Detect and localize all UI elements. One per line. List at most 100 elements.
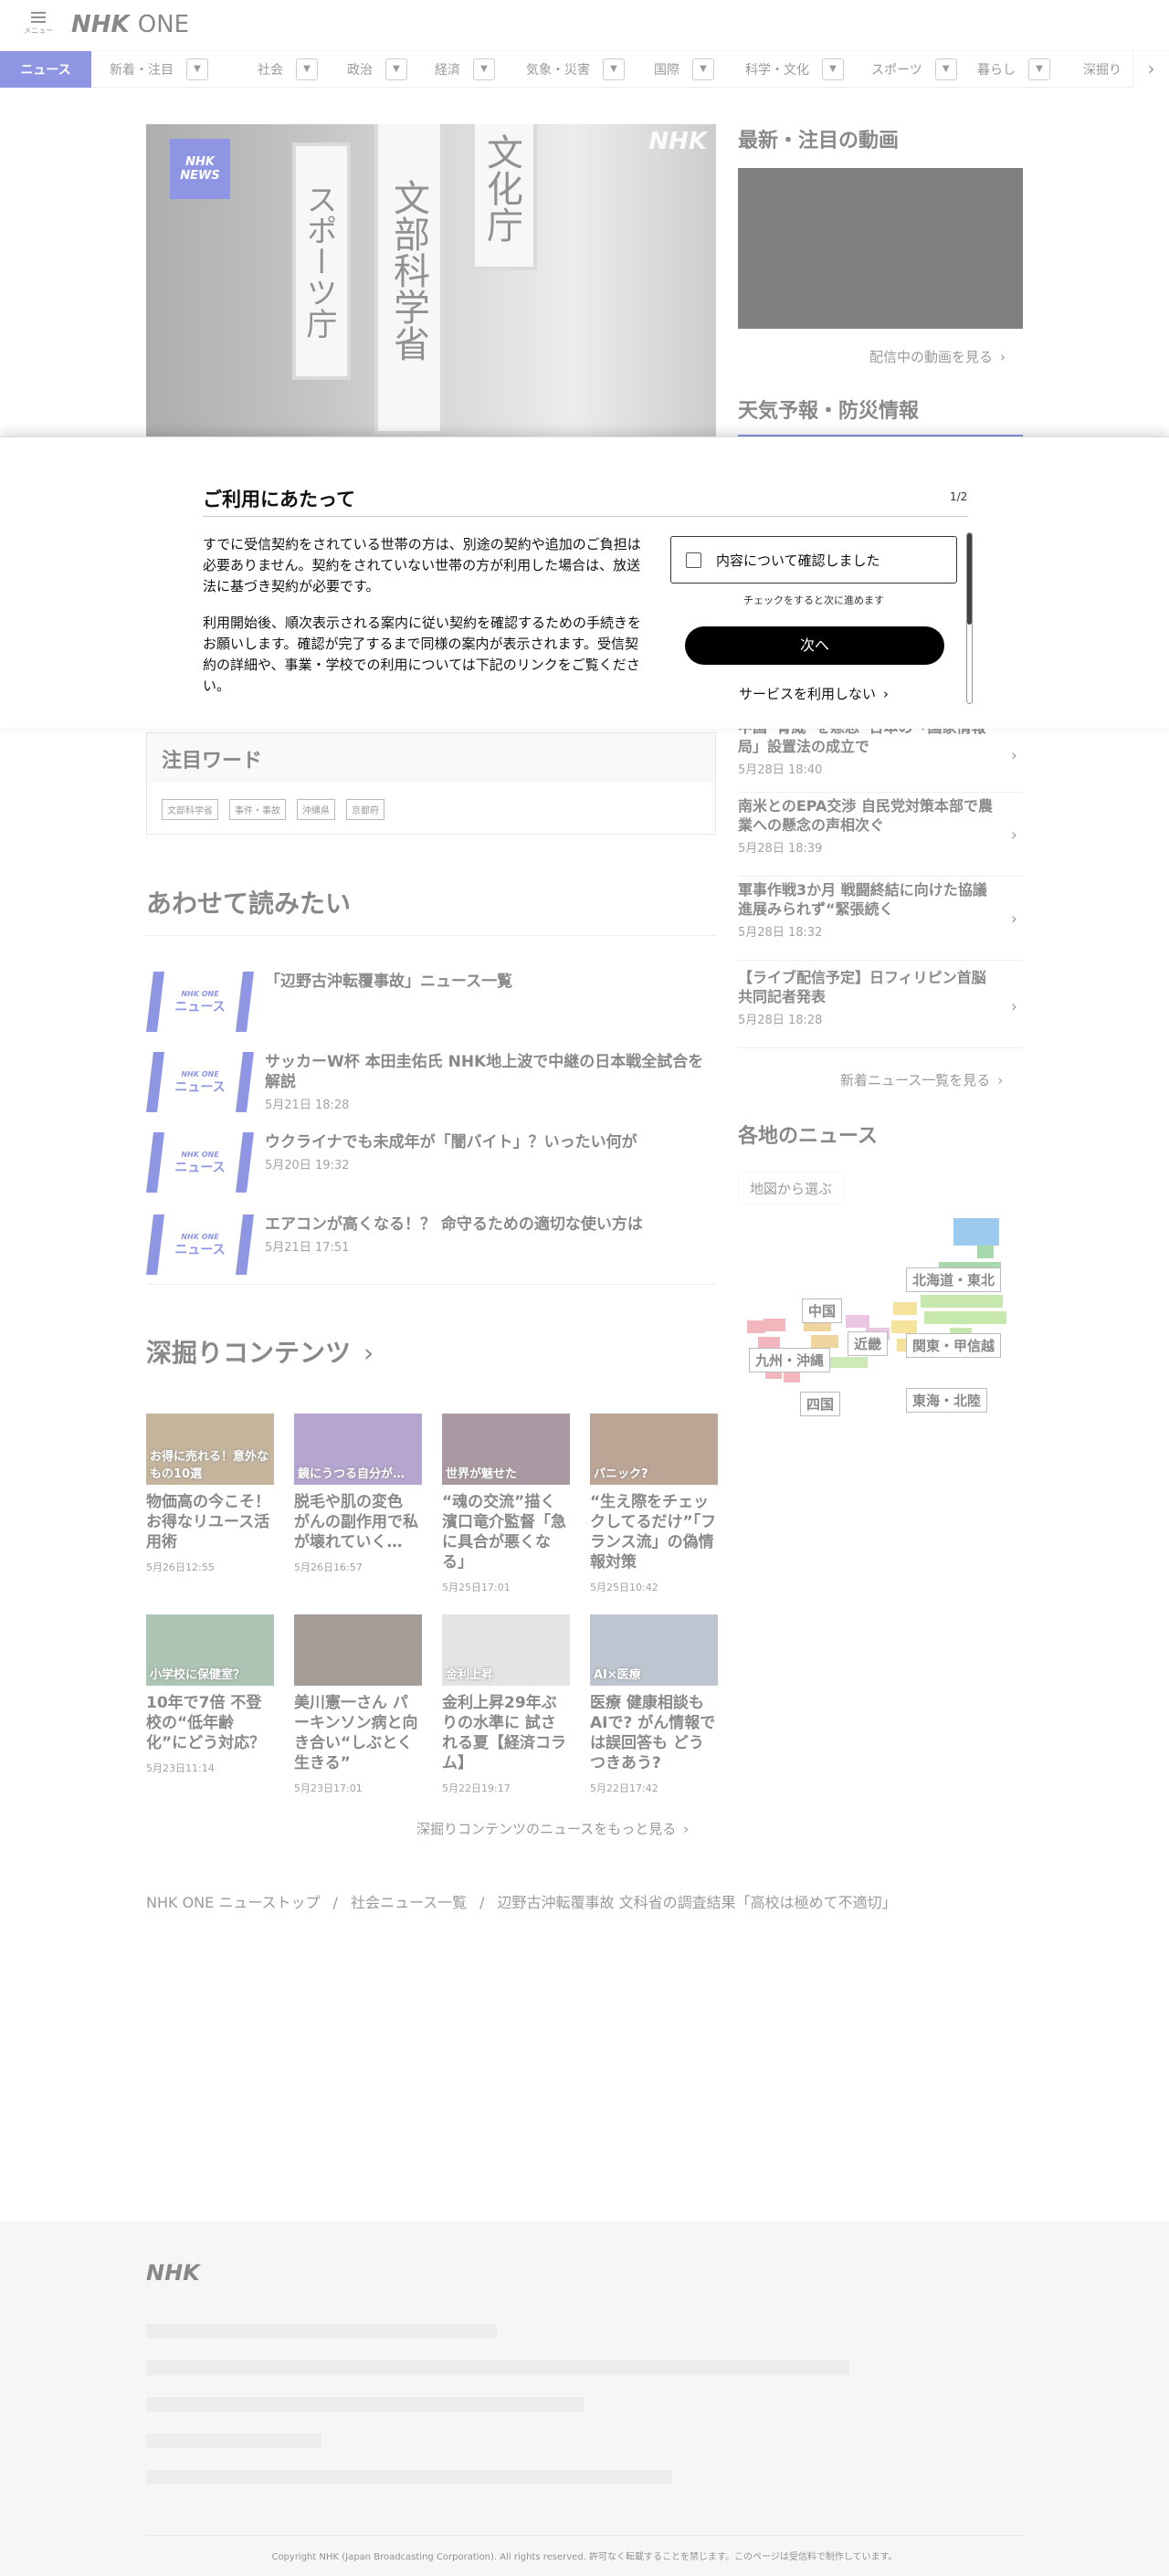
chevron-down-icon[interactable]: ▼: [473, 58, 495, 80]
menu-button[interactable]: メニュー: [20, 9, 57, 42]
chevron-down-icon[interactable]: ▼: [296, 58, 318, 80]
map-prefecture[interactable]: [893, 1302, 917, 1315]
thumb-brand-text: NHK ONE: [181, 1233, 219, 1241]
chevron-down-icon[interactable]: ▼: [603, 58, 625, 80]
modal-scrollbar[interactable]: [966, 532, 973, 704]
deep-item[interactable]: お得に売れる！意外なもの10選 物価高の今こそ！お得なリユース活用術 5月26日12…: [146, 1414, 274, 1574]
tab-3[interactable]: 政治 ▼: [329, 51, 407, 88]
map-prefecture[interactable]: [921, 1295, 948, 1308]
trend-tag[interactable]: 文部科学省: [162, 799, 218, 820]
map-prefecture[interactable]: [811, 1335, 838, 1348]
footer-logo[interactable]: NHK: [146, 2260, 200, 2286]
news-list-item[interactable]: 【ライブ配信予定】日フィリピン首脳共同記者発表 5月28日 18:28 ›: [738, 968, 1023, 1048]
next-button[interactable]: 次へ: [685, 626, 944, 665]
confirm-checkbox[interactable]: 内容について確認しました: [670, 536, 957, 584]
news-list-item[interactable]: 南米とのEPA交渉 自民党対策本部で農業への懸念の声相次ぐ 5月28日 18:39…: [738, 796, 1023, 877]
map-prefecture[interactable]: [977, 1246, 994, 1258]
deep-heading[interactable]: 深掘りコンテンツ ›: [146, 1333, 374, 1370]
trend-tag[interactable]: 京都府: [346, 799, 384, 820]
tab-8[interactable]: スポーツ ▼: [853, 51, 957, 88]
deep-title: 脱毛や肌の変色 がんの副作用で私が壊れていく…: [294, 1493, 418, 1551]
map-prefecture[interactable]: [952, 1311, 979, 1324]
deep-item[interactable]: 金利上昇 金利上昇29年ぶりの水準に 試される夏【経済コラム】 5月22日19:17: [442, 1614, 570, 1795]
chevron-down-icon[interactable]: ▼: [822, 58, 844, 80]
region-label[interactable]: 四国: [800, 1392, 841, 1416]
deep-item[interactable]: 小学校に保健室？ 10年で7倍 不登校の“低年齢化”にどう対応？ 5月23日11:1…: [146, 1614, 274, 1775]
map-prefecture[interactable]: [764, 1319, 785, 1331]
region-label[interactable]: 近畿: [848, 1331, 889, 1356]
tab-6[interactable]: 国際 ▼: [636, 51, 714, 88]
map-prefecture[interactable]: [924, 1311, 952, 1324]
news-date: 5月28日 18:39: [738, 842, 823, 856]
map-select-button[interactable]: 地図から選ぶ: [738, 1172, 845, 1204]
map-prefecture[interactable]: [953, 1218, 999, 1246]
tab-7[interactable]: 科学・文化 ▼: [727, 51, 844, 88]
deep-item[interactable]: 世界が魅せた “魂の交流”描く 濱口竜介監督「急に具合が悪くなる」 5月25日17:…: [442, 1414, 570, 1594]
tab-5[interactable]: 気象・災害 ▼: [508, 51, 625, 88]
region-label[interactable]: 中国: [802, 1299, 843, 1323]
japan-map[interactable]: 北海道・東北中国 近畿 関東・甲信越九州・沖縄四国 東海・北陸: [738, 1214, 1023, 1425]
logo-one: ONE: [137, 11, 190, 38]
region-label[interactable]: 北海道・東北: [906, 1267, 1002, 1292]
breadcrumb-separator: /: [332, 1894, 338, 1911]
chevron-down-icon[interactable]: ▼: [692, 58, 714, 80]
deep-item[interactable]: 美川憲一さん パーキンソン病と向き合い“しぶとく生きる” 5月23日17:01: [294, 1614, 422, 1795]
tab-1[interactable]: 新着・注目 ▼: [91, 51, 208, 88]
chevron-right-icon[interactable]: ›: [1132, 51, 1169, 88]
breadcrumb-item[interactable]: 社会ニュース一覧: [351, 1894, 467, 1911]
chevron-down-icon[interactable]: ▼: [186, 58, 208, 80]
news-list-item[interactable]: 中国“脅威”を懸念“日本の「国家情報局」設置法の成立で5月28日 18:40›: [738, 719, 1023, 793]
map-prefecture[interactable]: [846, 1315, 869, 1328]
related-item[interactable]: NHK ONE ニュース ウクライナでも未成年が「闇バイト」？いったい何が 5月20日…: [146, 1132, 716, 1193]
region-label[interactable]: 東海・北陸: [906, 1388, 988, 1413]
map-prefecture[interactable]: [747, 1320, 765, 1333]
map-prefecture[interactable]: [948, 1295, 975, 1308]
deep-more-link[interactable]: 深掘りコンテンツのニュースをもっと見る ›: [416, 1819, 689, 1838]
chevron-down-icon[interactable]: ▼: [934, 58, 957, 80]
news-thumbnail: NHK ONE ニュース: [146, 1052, 254, 1112]
modal-body: すでに受信契約をされている世帯の方は、別途の契約や追加のご負担は必要ありません。…: [203, 534, 643, 704]
scrollbar-thumb[interactable]: [967, 533, 972, 625]
decline-link[interactable]: サービスを利用しない ›: [670, 684, 957, 703]
videos-more-link[interactable]: 配信中の動画を見る ›: [869, 347, 1006, 366]
deep-item[interactable]: パニック? “生え際をチェックしてるだけ”「フランス流」の偽情報対策 5月25日10…: [590, 1414, 718, 1594]
modal-title: ご利用にあたって: [203, 489, 355, 510]
checkbox-icon[interactable]: [686, 552, 701, 568]
trend-tag[interactable]: 事件・事故: [229, 799, 286, 820]
divider: [146, 2535, 1023, 2536]
chevron-down-icon[interactable]: ▼: [385, 58, 407, 80]
region-label[interactable]: 関東・甲信越: [906, 1333, 1002, 1358]
breadcrumb-item[interactable]: NHK ONE ニューストップ: [146, 1894, 321, 1911]
related-text: エアコンが高くなる！？ 命守るための適切な使い方は 5月21日 17:51: [265, 1214, 716, 1258]
map-prefecture[interactable]: [975, 1295, 1003, 1308]
videos-heading: 最新・注目の動画: [738, 130, 900, 152]
deep-thumbnail: 金利上昇: [442, 1614, 570, 1686]
deep-date: 5月23日11:14: [146, 1762, 215, 1774]
map-prefecture[interactable]: [979, 1311, 1006, 1324]
tab-0[interactable]: ニュース: [0, 51, 91, 88]
tab-9[interactable]: 暮らし ▼: [959, 51, 1050, 88]
map-prefecture[interactable]: [844, 1357, 868, 1368]
video-player[interactable]: [738, 168, 1023, 329]
region-label[interactable]: 九州・沖縄: [749, 1348, 831, 1372]
related-item[interactable]: NHK ONE ニュース エアコンが高くなる！？ 命守るための適切な使い方は 5月21…: [146, 1214, 716, 1275]
news-more-link[interactable]: 新着ニュース一覧を見る ›: [840, 1070, 1003, 1089]
tab-2[interactable]: 社会 ▼: [239, 51, 318, 88]
news-list-item[interactable]: 軍事作戦3か月 戦闘終結に向けた協議進展みられず“緊張続く 5月28日 18:32…: [738, 880, 1023, 961]
site-logo[interactable]: NHK ONE: [71, 11, 189, 38]
map-prefecture[interactable]: [891, 1320, 917, 1333]
related-item[interactable]: NHK ONE ニュース 「辺野古沖転覆事故」ニュース一覧: [146, 972, 716, 1032]
trend-tag[interactable]: 沖縄県: [297, 799, 335, 820]
deep-item[interactable]: AI×医療 医療 健康相談も AIで? がん情報では誤回答も どうつきあう? 5月2…: [590, 1614, 718, 1795]
check-hint: チェックをすると次に進めます: [743, 594, 884, 606]
breadcrumb-separator: /: [479, 1894, 485, 1911]
related-text: ウクライナでも未成年が「闇バイト」？いったい何が 5月20日 19:32: [265, 1132, 716, 1176]
breadcrumb-item: 辺野古沖転覆事故 文科省の調査結果「高校は極めて不適切」: [497, 1894, 897, 1911]
deep-date: 5月25日10:42: [590, 1582, 658, 1593]
deep-item[interactable]: 鏡にうつる自分が… 脱毛や肌の変色 がんの副作用で私が壊れていく… 5月26日16:…: [294, 1414, 422, 1574]
chevron-down-icon[interactable]: ▼: [1028, 58, 1050, 80]
related-item[interactable]: NHK ONE ニュース サッカーW杯 本田圭佑氏 NHK地上波で中継の日本戦全試合…: [146, 1052, 716, 1112]
tab-4[interactable]: 経済 ▼: [416, 51, 495, 88]
sign-mid: 文部科学省: [374, 124, 444, 435]
map-prefecture[interactable]: [784, 1372, 800, 1383]
